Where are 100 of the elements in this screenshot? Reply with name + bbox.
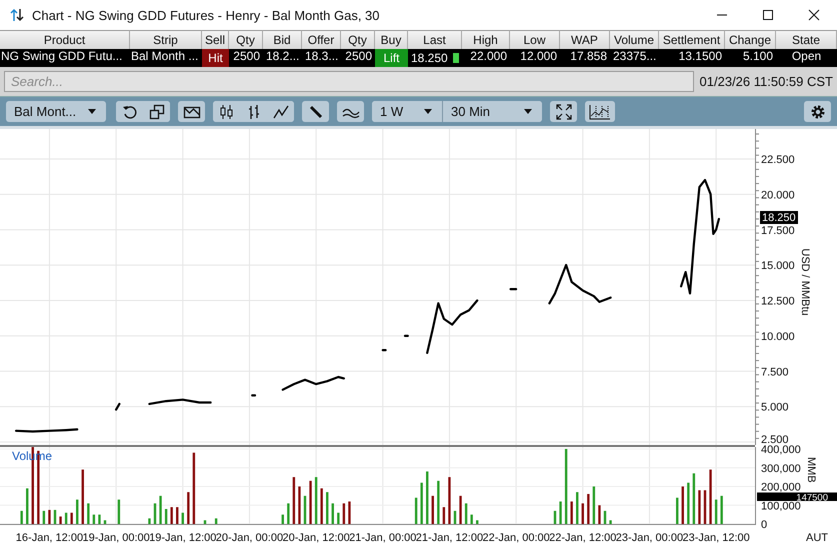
volume-bar [20, 510, 23, 524]
maximize-icon[interactable] [762, 9, 774, 21]
volume-bar [298, 486, 301, 524]
axis-tick-label: 16-Jan, 12:00 [16, 532, 84, 544]
search-field[interactable]: Search... [4, 71, 694, 92]
volume-bar [604, 510, 606, 524]
tick-up-indicator [452, 53, 459, 63]
caret-icon [524, 109, 532, 114]
axis-tick-label: 21-Jan, 00:00 [349, 532, 416, 544]
column-header: Change [725, 30, 776, 49]
volume-bar [304, 496, 306, 524]
volume-bar [587, 494, 590, 524]
column-header: Qty [229, 30, 263, 49]
volume-bar [692, 473, 696, 524]
axis-tick-label: 12.500 [761, 296, 795, 308]
volume-bar [414, 498, 418, 524]
axis-tick-label: 22-Jan, 12:00 [549, 532, 616, 544]
axis-title: USD / MMBtu [799, 248, 811, 316]
caret-icon [424, 109, 432, 114]
axis-title: MMB [805, 457, 817, 483]
volume-bar [64, 512, 68, 524]
volume-bar [70, 512, 73, 524]
volume-bar [448, 477, 451, 524]
volume-bar [454, 510, 456, 524]
envelope-chart-icon[interactable] [178, 101, 205, 122]
volume-bar [320, 488, 323, 524]
axis-mode-label: AUT [806, 532, 828, 544]
volume-bar [704, 490, 706, 524]
volume-bar [159, 496, 162, 524]
table-cell: 18.250 [411, 51, 448, 65]
volume-bar [676, 498, 678, 524]
volume-bar [598, 505, 601, 524]
volume-bar [332, 503, 334, 524]
volume-bar [170, 507, 173, 524]
axis-tick-label: 200,000 [761, 482, 801, 494]
hit-button[interactable]: Hit [202, 49, 229, 67]
axis-tick-label: 0 [761, 519, 768, 531]
lift-button[interactable]: Lift [375, 49, 408, 67]
pen-icon[interactable] [302, 101, 329, 122]
volume-bar [720, 496, 723, 524]
axis-tick-label: 17.500 [761, 224, 795, 237]
fullscreen-icon[interactable] [550, 101, 577, 122]
volume-bar [337, 512, 340, 524]
contract-dropdown[interactable]: Bal Mont... [6, 101, 106, 122]
volume-bar [204, 520, 206, 524]
column-header: Last [408, 30, 462, 49]
volume-bar [187, 492, 190, 524]
column-header: Settlement [659, 30, 725, 49]
volume-bar [582, 503, 584, 524]
volume-bar [459, 496, 462, 524]
axis-tick-label: 7.500 [761, 366, 789, 378]
volume-bar [709, 470, 712, 524]
volume-bar [442, 507, 446, 524]
settings-icon[interactable] [804, 101, 831, 122]
close-icon[interactable] [808, 9, 820, 21]
volume-bar [154, 503, 156, 524]
volume-bar [98, 514, 101, 524]
axis-tick-label: 22-Jan, 00:00 [482, 532, 550, 544]
timestamp: 01/23/26 11:50:59 CST [700, 74, 833, 89]
volume-bar [82, 470, 84, 524]
column-header: State [776, 30, 837, 49]
volume-bar [164, 509, 168, 524]
column-header: Volume [610, 30, 659, 49]
axis-tick-label: 5.000 [761, 402, 789, 414]
volume-bar [48, 510, 51, 524]
volume-bar [470, 514, 473, 524]
volume-bar [326, 492, 328, 524]
volume-bar [464, 503, 468, 524]
volume-bar [426, 471, 428, 524]
column-header: Offer [302, 30, 341, 49]
axis-tick-label: 10.000 [761, 330, 795, 343]
sort-arrows-icon [10, 8, 24, 22]
volume-bar [59, 516, 62, 524]
chart-grid-icon[interactable] [585, 101, 615, 122]
column-header: High [462, 30, 510, 49]
axis-tick-label: 20-Jan, 12:00 [282, 532, 350, 544]
volume-bar [432, 496, 434, 524]
volume-bar [42, 510, 46, 524]
volume-bar [214, 518, 218, 524]
volume-bar [104, 520, 106, 524]
volume-bar [554, 510, 556, 524]
axis-tick-label: 21-Jan, 12:00 [416, 532, 484, 544]
axis-tick-label: 23-Jan, 12:00 [682, 532, 750, 544]
wave-icon[interactable] [337, 101, 364, 122]
volume-bar [609, 520, 612, 524]
column-header: WAP [560, 30, 610, 49]
volume-bar [54, 510, 56, 524]
column-header: Strip [130, 30, 202, 49]
axis-tick-label: 400,000 [761, 445, 801, 456]
volume-bar [92, 514, 96, 524]
volume-bar [592, 486, 596, 524]
axis-tick-label: 23-Jan, 00:00 [616, 532, 684, 544]
column-header: Qty [341, 30, 375, 49]
column-header: Sell [202, 30, 229, 49]
volume-bar [282, 514, 284, 524]
volume-bar [698, 490, 701, 524]
interval-dropdown[interactable]: 30 Min [442, 101, 542, 122]
volume-bar [559, 501, 562, 524]
volume-bar [26, 488, 28, 524]
window-title: Chart - NG Swing GDD Futures - Henry - Bal Month Gas, 30 [32, 8, 380, 22]
